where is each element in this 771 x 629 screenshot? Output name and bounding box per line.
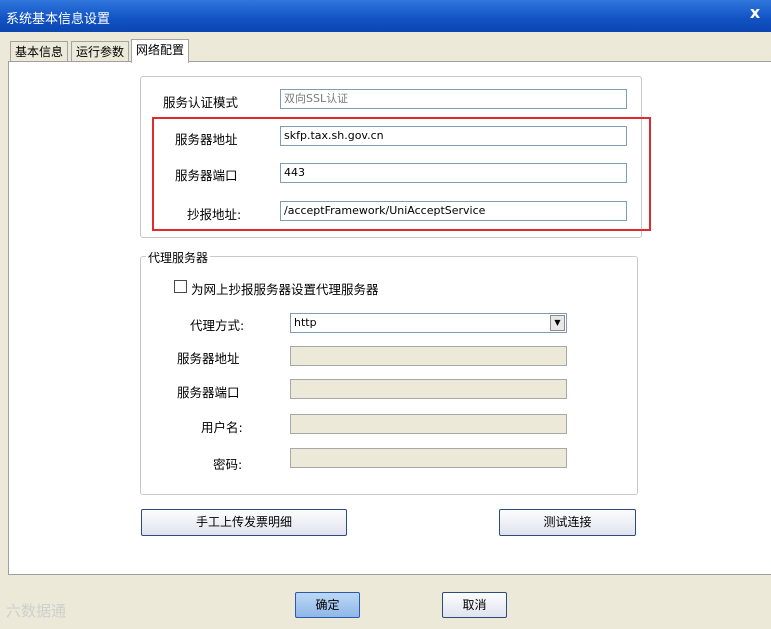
chevron-down-icon[interactable]: ▼ [550, 315, 565, 331]
proxy-address-field [290, 346, 567, 366]
window-title: 系统基本信息设置 [6, 12, 111, 27]
proxy-address-label: 服务器地址 [177, 351, 240, 366]
proxy-checkbox[interactable] [174, 280, 187, 293]
username-field [290, 414, 567, 434]
proxy-port-label: 服务器端口 [177, 385, 240, 400]
test-connection-button[interactable]: 测试连接 [499, 509, 636, 536]
proxy-group-title: 代理服务器 [146, 249, 211, 266]
username-label: 用户名: [201, 420, 243, 435]
window-titlebar: 系统基本信息设置 x [0, 0, 771, 32]
proxy-method-select[interactable]: http ▼ [290, 313, 567, 333]
password-label: 密码: [213, 457, 243, 472]
proxy-checkbox-label[interactable]: 为网上抄报服务器设置代理服务器 [191, 279, 379, 298]
proxy-method-value: http [294, 316, 317, 329]
password-field [290, 448, 567, 468]
auth-mode-label: 服务认证模式 [163, 95, 239, 110]
upload-invoice-detail-button[interactable]: 手工上传发票明细 [141, 509, 347, 536]
highlight-box [152, 117, 651, 231]
cancel-button[interactable]: 取消 [442, 592, 507, 618]
proxy-port-field [290, 379, 567, 399]
tab-run-params[interactable]: 运行参数 [71, 41, 130, 63]
tab-network-config[interactable]: 网络配置 [131, 39, 190, 63]
tab-basic-info[interactable]: 基本信息 [10, 41, 69, 63]
proxy-method-label: 代理方式: [190, 318, 245, 333]
auth-mode-field: 双向SSL认证 [280, 89, 627, 109]
close-icon[interactable]: x [744, 3, 766, 23]
ok-button[interactable]: 确定 [295, 592, 360, 618]
watermark: 六数据通 [6, 602, 67, 620]
